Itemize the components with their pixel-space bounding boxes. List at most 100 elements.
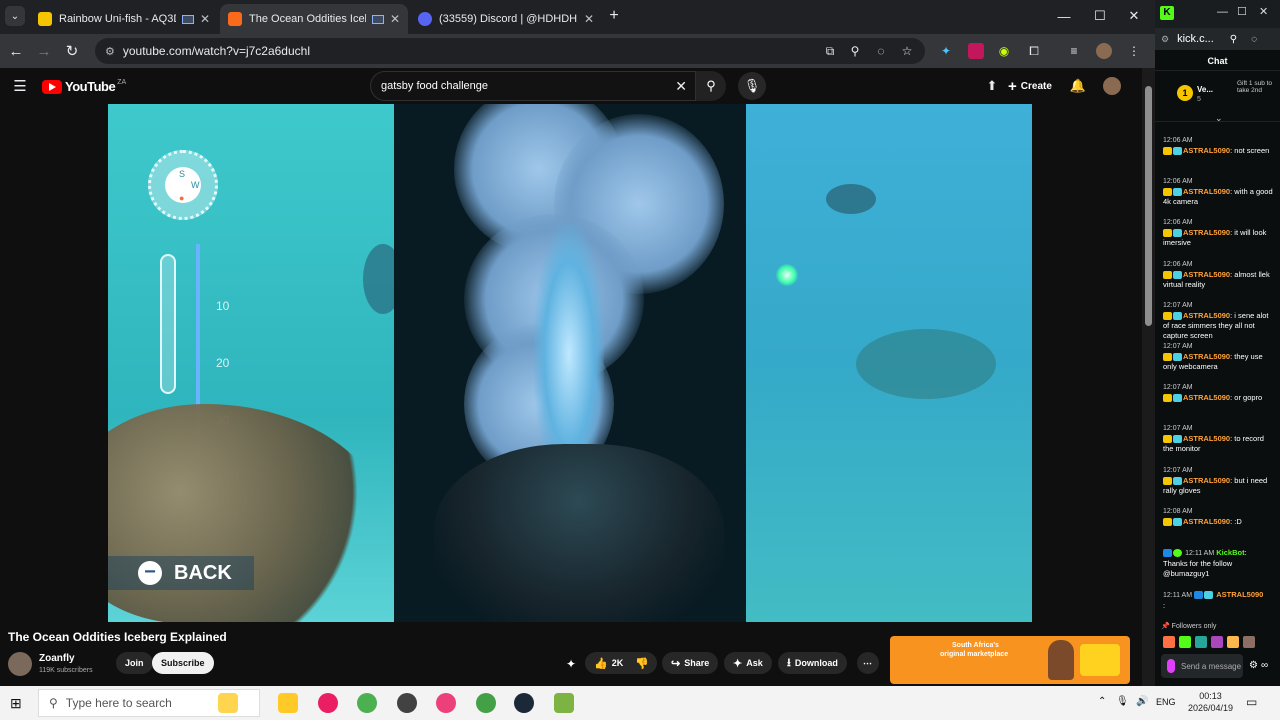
new-tab-button[interactable]: + [604, 6, 624, 26]
youtube-favicon-icon [228, 12, 242, 26]
windows-start-icon[interactable]: ⊞ [10, 695, 22, 712]
channel-avatar[interactable] [8, 652, 32, 676]
app-icon[interactable] [397, 693, 417, 713]
eye-off-icon[interactable]: ◌ [873, 43, 889, 59]
like-count[interactable]: 2K [612, 658, 624, 668]
voice-search-button[interactable]: 🎙 [738, 72, 766, 100]
message-user[interactable]: ASTRAL5090 [1183, 270, 1230, 279]
page-scrollbar[interactable] [1142, 68, 1155, 686]
zoom-icon[interactable]: ⚲ [847, 43, 863, 59]
message-user[interactable]: ASTRAL5090 [1216, 590, 1263, 599]
close-tab-icon[interactable]: ✕ [584, 12, 594, 26]
clear-search-icon[interactable]: ✕ [675, 78, 687, 95]
chat-settings-icon[interactable]: ⚙ [1249, 660, 1258, 671]
hamburger-menu-icon[interactable]: ☰ [10, 76, 30, 96]
language-indicator[interactable]: ENG [1156, 697, 1176, 707]
eye-off-icon[interactable]: ◌ [1251, 34, 1257, 45]
profile-avatar[interactable] [1096, 43, 1112, 59]
tab-discord[interactable]: (33559) Discord | @HDHDHDH ✕ [410, 4, 602, 34]
minecraft-icon[interactable] [554, 693, 574, 713]
message-user[interactable]: KickBot [1216, 548, 1244, 557]
message-user[interactable]: ASTRAL5090 [1183, 311, 1230, 320]
close-window-icon[interactable]: ✕ [1116, 0, 1152, 32]
message-time: 12:06 AM [1163, 137, 1193, 144]
tab-title: Rainbow Uni-fish - AQ3D [59, 13, 176, 25]
create-button[interactable]: + Create [1008, 76, 1052, 96]
ask-label: Ask [746, 658, 763, 668]
search-button[interactable]: ⚲ [696, 71, 726, 101]
media-control-icon[interactable]: ≡ [1066, 43, 1082, 59]
minimize-icon[interactable]: — [1217, 6, 1228, 18]
message-user[interactable]: ASTRAL5090 [1183, 352, 1230, 361]
address-bar[interactable]: ⚙ youtube.com/watch?v=j7c2a6duchl [95, 38, 925, 64]
chrome-icon[interactable] [357, 693, 377, 713]
more-actions-icon[interactable]: ⋯ [857, 652, 879, 674]
microphone-tray-icon[interactable]: 🎙 [1116, 696, 1129, 707]
message-user[interactable]: ASTRAL5090 [1183, 517, 1230, 526]
close-window-icon[interactable]: ✕ [1259, 5, 1268, 18]
scrollbar-thumb[interactable] [1145, 86, 1152, 326]
tab-ocean-oddities[interactable]: The Ocean Oddities Iceberg ✕ [220, 4, 408, 34]
site-info-icon: ⚙ [1161, 33, 1170, 44]
back-arrow-icon[interactable]: ← [6, 41, 26, 61]
tray-chevron-icon[interactable]: ⌃ [1098, 696, 1106, 707]
like-thumb-icon[interactable]: 👍 [594, 657, 608, 670]
upload-icon[interactable]: ⬆ [982, 76, 1002, 96]
message-user[interactable]: ASTRAL5090 [1183, 393, 1230, 402]
kick-address-bar[interactable]: ⚙ kick.c... ⚲ ◌ [1155, 28, 1280, 50]
notifications-bell-icon[interactable]: 🔔 [1068, 76, 1088, 96]
reload-icon[interactable]: ↻ [62, 41, 82, 61]
tab-rainbow-unifish[interactable]: Rainbow Uni-fish - AQ3D ✕ [30, 4, 218, 34]
emote-bar[interactable] [1163, 636, 1275, 648]
message-user[interactable]: ASTRAL5090 [1183, 434, 1230, 443]
maximize-icon[interactable]: ☐ [1237, 5, 1247, 18]
copilot-sparkle-icon[interactable] [218, 693, 238, 713]
advertisement-banner[interactable]: South Africa's original marketplace [890, 636, 1130, 684]
subscribe-button[interactable]: Subscribe [152, 652, 214, 674]
message-user[interactable]: ASTRAL5090 [1183, 146, 1230, 155]
message-user[interactable]: ASTRAL5090 [1183, 476, 1230, 485]
tab-search-icon[interactable]: ⌄ [5, 6, 25, 26]
forward-arrow-icon[interactable]: → [34, 41, 54, 61]
video-title: The Ocean Oddities Iceberg Explained [8, 630, 227, 644]
notification-center-icon[interactable]: ▭ [1246, 695, 1257, 709]
zoom-icon[interactable]: ⚲ [1230, 34, 1237, 45]
emote-picker-icon[interactable]: ∞ [1261, 660, 1268, 671]
video-player[interactable]: S W ● 10 20 30 − BACK [0, 104, 1142, 622]
minimize-icon[interactable]: — [1046, 0, 1082, 32]
back-label: BACK [174, 561, 232, 584]
steam-icon[interactable] [514, 693, 534, 713]
app-icon[interactable] [318, 693, 338, 713]
bookmark-star-icon[interactable]: ☆ [899, 43, 915, 59]
extension-icon[interactable] [968, 43, 984, 59]
message-user[interactable]: ASTRAL5090 [1183, 187, 1230, 196]
search-input[interactable]: gatsby food challenge ✕ [370, 71, 696, 101]
cast-icon[interactable]: ⧉ [822, 43, 838, 59]
extension-icon[interactable]: ✦ [938, 43, 954, 59]
account-avatar[interactable] [1103, 77, 1121, 95]
dislike-thumb-icon[interactable]: 👎 [635, 657, 649, 670]
download-button[interactable]: ⭳ Download [778, 652, 847, 674]
gift-sub-prompt[interactable]: Gift 1 sub to take 2nd [1237, 80, 1275, 94]
ai-summary-icon[interactable]: ✦ [566, 657, 576, 671]
expand-chevron-icon[interactable]: ⌄ [1215, 113, 1223, 124]
menu-kebab-icon[interactable]: ⋮ [1126, 43, 1142, 59]
extensions-puzzle-icon[interactable]: ⧠ [1026, 43, 1042, 59]
share-button[interactable]: ↪ Share [662, 652, 719, 674]
chrome-icon[interactable] [476, 693, 496, 713]
site-info-icon[interactable]: ⚙ [105, 45, 115, 58]
message-user[interactable]: ASTRAL5090 [1183, 228, 1230, 237]
extension-icon[interactable]: ◉ [996, 43, 1012, 59]
system-clock[interactable]: 00:13 2026/04/19 [1188, 690, 1233, 714]
youtube-logo[interactable]: YouTube ZA [42, 79, 126, 94]
channel-name[interactable]: Zoanfly [39, 653, 75, 664]
chat-input[interactable]: Send a message [1161, 654, 1243, 678]
close-tab-icon[interactable]: ✕ [200, 12, 210, 26]
app-icon[interactable] [436, 693, 456, 713]
close-tab-icon[interactable]: ✕ [390, 12, 400, 26]
volume-icon[interactable]: 🔊 [1136, 696, 1148, 707]
maximize-icon[interactable]: ☐ [1082, 0, 1118, 32]
file-explorer-icon[interactable] [278, 693, 298, 713]
ask-button[interactable]: ✦ Ask [724, 652, 772, 674]
join-button[interactable]: Join [116, 652, 153, 674]
